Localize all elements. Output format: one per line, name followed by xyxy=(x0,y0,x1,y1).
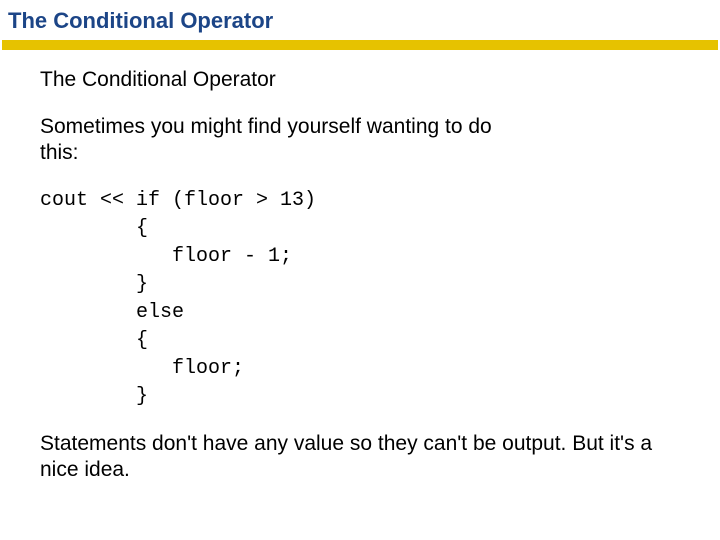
page-title: The Conditional Operator xyxy=(8,8,712,34)
code-block: cout << if (floor > 13) { floor - 1; } e… xyxy=(40,187,680,411)
subtitle: The Conditional Operator xyxy=(40,68,680,92)
intro-text: Sometimes you might find yourself wantin… xyxy=(40,114,520,167)
accent-bar xyxy=(2,40,718,50)
slide: The Conditional Operator The Conditional… xyxy=(0,0,720,540)
content-area: The Conditional Operator Sometimes you m… xyxy=(0,50,720,483)
closing-text: Statements don't have any value so they … xyxy=(40,431,660,484)
header: The Conditional Operator xyxy=(0,0,720,40)
